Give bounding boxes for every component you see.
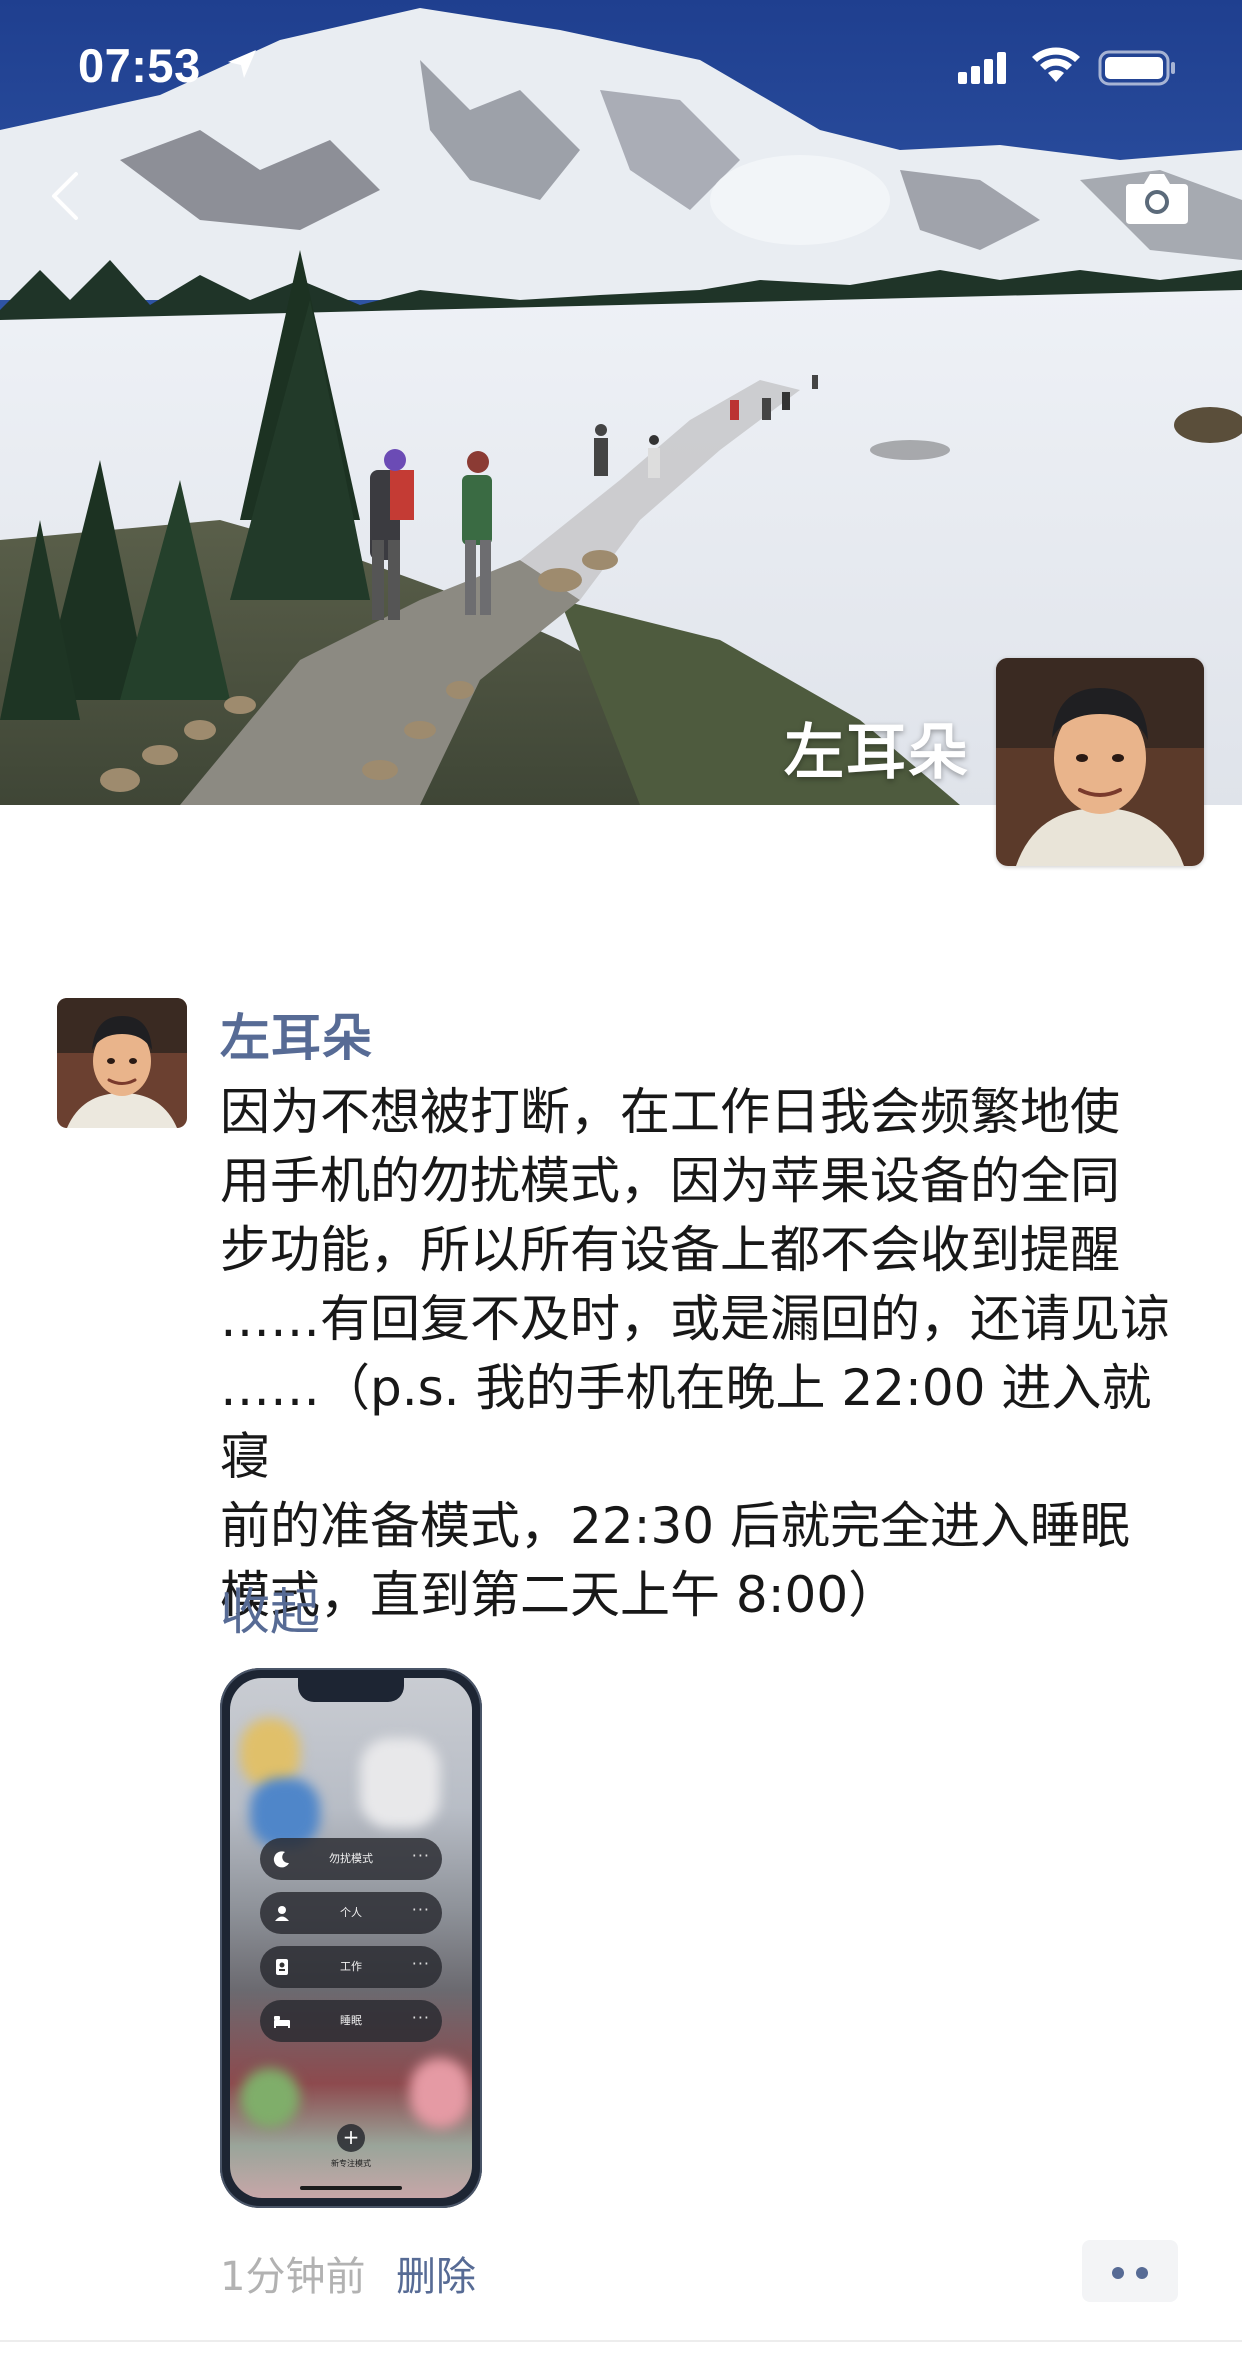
- post-author-name[interactable]: 左耳朵: [220, 998, 373, 1070]
- bed-icon: [274, 2016, 290, 2028]
- more-dots-icon[interactable]: [1082, 2240, 1178, 2302]
- phone-frame: 勿扰模式 ··· 个人 ··· 工作 ··· 睡眠 ··· + 新专注模式: [220, 1668, 482, 2208]
- dot: [1136, 2267, 1148, 2279]
- avatar-portrait: [57, 998, 187, 1128]
- focus-mode-label: 工作: [340, 1960, 362, 1973]
- focus-mode-label: 睡眠: [340, 2014, 362, 2027]
- more-icon: ···: [411, 1900, 430, 1919]
- camera-icon[interactable]: [1124, 170, 1190, 226]
- divider: [0, 2340, 1242, 2342]
- more-icon: ···: [411, 1846, 430, 1865]
- post-body-text: 因为不想被打断，在工作日我会频繁地使 用手机的勿扰模式，因为苹果设备的全同 步功…: [220, 1083, 1170, 1624]
- phone-screen: 勿扰模式 ··· 个人 ··· 工作 ··· 睡眠 ··· + 新专注模式: [230, 1678, 472, 2198]
- focus-mode-sleep: 睡眠 ···: [260, 2000, 442, 2042]
- moon-icon: [273, 1851, 289, 1868]
- plus-icon: +: [337, 2124, 365, 2152]
- badge-icon: [276, 1959, 288, 1975]
- more-icon: ···: [411, 2008, 430, 2027]
- focus-mode-label: 个人: [340, 1906, 362, 1919]
- person-icon: [275, 1906, 289, 1921]
- cover-user-name: 左耳朵: [784, 718, 970, 788]
- blurred-app-tile: [240, 2068, 300, 2128]
- status-time: 07:53: [78, 39, 201, 92]
- status-bar: 07:53: [0, 0, 1242, 130]
- dot: [1112, 2267, 1124, 2279]
- focus-mode-work: 工作 ···: [260, 1946, 442, 1988]
- wifi-icon: [1032, 47, 1080, 82]
- post-author-avatar[interactable]: [57, 998, 187, 1128]
- focus-mode-personal: 个人 ···: [260, 1892, 442, 1934]
- home-indicator: [300, 2186, 402, 2190]
- battery-icon: [1098, 50, 1175, 86]
- cellular-signal-icon: [958, 52, 1006, 84]
- new-focus-label: 新专注模式: [331, 2159, 371, 2168]
- more-icon: ···: [411, 1954, 430, 1973]
- collapse-button[interactable]: 收起: [220, 1572, 320, 1644]
- focus-mode-dnd: 勿扰模式 ···: [260, 1838, 442, 1880]
- delete-button[interactable]: 删除: [396, 2244, 476, 2302]
- avatar-portrait: [996, 658, 1204, 866]
- phone-notch: [298, 1678, 404, 1702]
- blurred-app-tile: [410, 2058, 470, 2128]
- focus-mode-label: 勿扰模式: [329, 1852, 373, 1865]
- post-image[interactable]: 勿扰模式 ··· 个人 ··· 工作 ··· 睡眠 ··· + 新专注模式: [220, 1668, 482, 2208]
- post-timestamp: 1分钟前: [220, 2254, 366, 2300]
- blurred-app-tile: [360, 1738, 440, 1828]
- chevron-left-icon[interactable]: [40, 166, 90, 226]
- location-arrow-icon: [228, 50, 256, 78]
- cover-avatar[interactable]: [996, 658, 1204, 866]
